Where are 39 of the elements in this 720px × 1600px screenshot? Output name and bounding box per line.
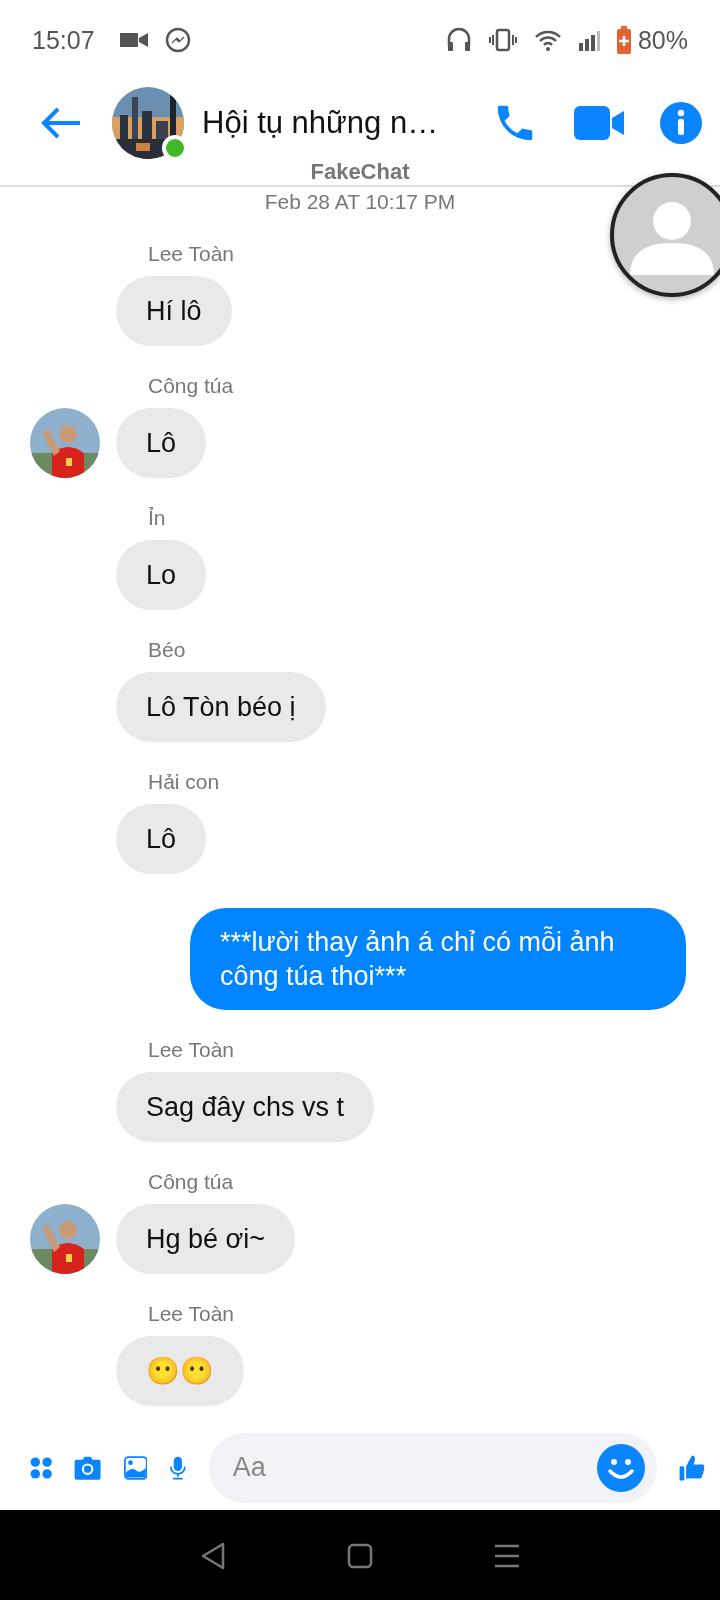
info-icon[interactable] bbox=[660, 101, 702, 144]
sender-name: Công túa bbox=[147, 373, 235, 399]
sender-name: Lee Toàn bbox=[147, 1301, 236, 1327]
date-separator: Feb 28 AT 10:17 PM bbox=[263, 190, 457, 214]
message-bubble: Hg bé ơi~ bbox=[116, 1204, 296, 1274]
back-arrow-icon[interactable] bbox=[40, 105, 82, 140]
sender-name: Lee Toàn bbox=[147, 241, 236, 267]
vibrate-icon bbox=[487, 28, 518, 52]
video-camera-icon[interactable] bbox=[574, 105, 624, 140]
battery-icon bbox=[615, 26, 632, 54]
app-label: FakeChat bbox=[310, 159, 410, 184]
person-icon bbox=[630, 201, 714, 275]
message-bubble: Lô bbox=[116, 804, 207, 874]
chat-head-avatar[interactable] bbox=[610, 173, 720, 297]
headphones-icon bbox=[445, 26, 472, 54]
message-bubble: Lô bbox=[116, 408, 207, 478]
menu-nav-icon[interactable] bbox=[493, 1544, 520, 1568]
message-bubble: Lô Tòn béo ị bbox=[116, 672, 326, 742]
status-time: 15:07 bbox=[32, 25, 95, 55]
sender-name: Béo bbox=[147, 637, 187, 663]
wifi-icon bbox=[533, 29, 562, 51]
back-nav-icon[interactable] bbox=[200, 1542, 227, 1570]
messenger-icon bbox=[164, 27, 191, 53]
message-input-field[interactable]: Aa bbox=[208, 1432, 657, 1503]
chat-title: Hội tụ những n… bbox=[202, 104, 440, 141]
sender-name: Ỉn bbox=[147, 505, 167, 531]
video-camera-icon bbox=[118, 30, 149, 50]
signal-icon bbox=[577, 29, 600, 51]
home-nav-icon[interactable] bbox=[347, 1543, 373, 1569]
emoji-icon[interactable] bbox=[596, 1443, 645, 1492]
message-bubble: Sag đây chs vs t bbox=[116, 1072, 375, 1142]
message-bubble: Lo bbox=[116, 540, 207, 610]
message-bubble: Hí lô bbox=[116, 276, 232, 346]
sender-name: Hải con bbox=[147, 769, 221, 795]
battery-level: 80% bbox=[637, 25, 688, 55]
message-bubble: ***lười thay ảnh á chỉ có mỗi ảnh công túa thoi*** bbox=[190, 908, 686, 1010]
message-bubble: 😶😶 bbox=[116, 1336, 244, 1406]
sender-name: Công túa bbox=[147, 1169, 235, 1195]
sender-name: Lee Toàn bbox=[147, 1037, 236, 1063]
